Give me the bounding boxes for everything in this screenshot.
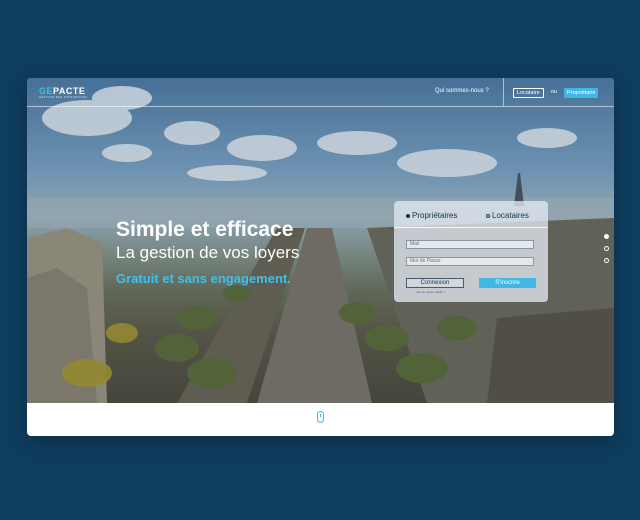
nav-divider <box>503 78 504 106</box>
slide-dot-1[interactable] <box>604 234 609 239</box>
hero-subtitle: La gestion de vos loyers <box>116 243 300 262</box>
proprietaire-button[interactable]: Propriétaire <box>564 88 599 98</box>
radio-tenant-dot-icon <box>486 213 490 218</box>
nav-link-about[interactable]: Qui sommes-nous ? <box>435 88 489 94</box>
radio-owner[interactable]: Propriétaires <box>406 211 457 220</box>
slide-dot-3[interactable] <box>604 258 609 263</box>
hero-tagline: Gratuit et sans engagement. <box>116 271 291 286</box>
radio-tenant[interactable]: Locataires <box>486 211 529 220</box>
top-navigation: GEPACTE GESTION DES PATRIMOINES Qui somm… <box>27 78 614 107</box>
gepacte-logo[interactable]: GEPACTE GESTION DES PATRIMOINES <box>39 87 87 100</box>
nav-or-label: ou <box>551 89 558 95</box>
forgot-password-link[interactable]: mot de passe oublié ? <box>416 290 445 294</box>
slide-dot-2[interactable] <box>604 246 609 251</box>
browser-window: GEPACTE GESTION DES PATRIMOINES Qui somm… <box>27 78 614 436</box>
hero-section: GEPACTE GESTION DES PATRIMOINES Qui somm… <box>27 78 614 403</box>
locataire-button[interactable]: Locataire <box>513 88 544 98</box>
password-field[interactable] <box>406 257 534 266</box>
radio-tenant-label: Locataires <box>492 211 529 220</box>
login-card: Propriétaires Locataires Connexion mot d… <box>394 201 548 302</box>
logo-tagline: GESTION DES PATRIMOINES <box>39 96 88 99</box>
card-divider <box>394 227 548 228</box>
logo-wordmark: GEPACTE <box>39 86 86 96</box>
inscrire-button[interactable]: S'inscrire <box>479 278 536 288</box>
scroll-mouse-icon[interactable] <box>317 411 324 423</box>
radio-owner-dot-icon <box>406 213 410 218</box>
radio-owner-label: Propriétaires <box>412 211 458 220</box>
connexion-button[interactable]: Connexion <box>406 278 464 288</box>
hero-title: Simple et efficace <box>116 218 294 241</box>
email-field[interactable] <box>406 240 534 249</box>
